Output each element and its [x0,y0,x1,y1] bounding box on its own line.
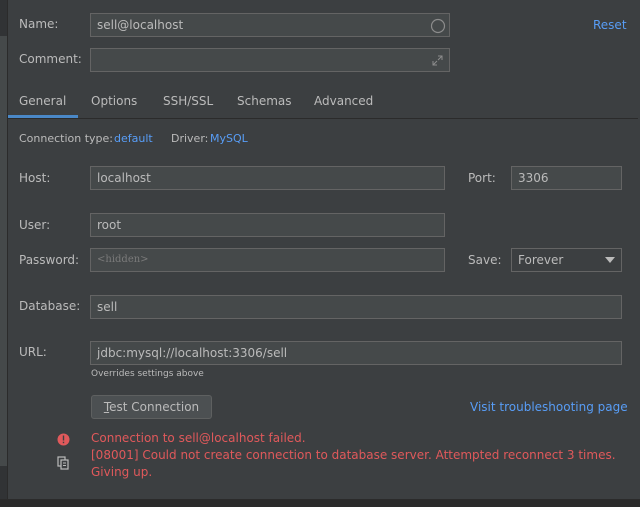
password-input[interactable]: <hidden> [90,248,445,272]
url-label: URL: [19,345,47,359]
test-connection-label: est Connection [109,400,200,414]
driver-label: Driver: [171,132,209,145]
port-input[interactable]: 3306 [511,166,622,190]
name-field-value: sell@localhost [97,18,184,32]
password-input-value: <hidden> [97,254,149,265]
name-label: Name: [19,17,59,31]
left-scroll-strip [0,0,8,507]
chevron-down-icon [605,257,615,263]
url-input-value: jdbc:mysql://localhost:3306/sell [97,346,288,360]
url-hint: Overrides settings above [91,369,204,379]
copy-icon[interactable] [57,456,70,470]
user-label: User: [19,218,51,232]
error-line-1: Connection to sell@localhost failed. [91,431,306,445]
save-select[interactable]: Forever [511,248,622,272]
connection-type-label: Connection type: [19,132,114,145]
test-connection-button[interactable]: Test Connection [91,395,212,419]
tab-advanced[interactable]: Advanced [314,94,373,108]
reset-link[interactable]: Reset [593,18,627,32]
user-input-value: root [97,218,122,232]
database-label: Database: [19,299,81,313]
color-circle-icon[interactable] [430,18,446,34]
port-input-value: 3306 [518,171,549,185]
tab-schemas[interactable]: Schemas [237,94,292,108]
url-input[interactable]: jdbc:mysql://localhost:3306/sell [90,341,622,365]
save-select-value: Forever [518,253,564,267]
user-input[interactable]: root [90,213,445,237]
database-input[interactable]: sell [90,295,622,319]
error-message: Connection to sell@localhost failed. [08… [91,430,631,481]
host-label: Host: [19,171,51,185]
left-strip-mark [0,36,7,466]
comment-label: Comment: [19,52,82,66]
troubleshooting-link[interactable]: Visit troubleshooting page [470,400,628,414]
tab-options[interactable]: Options [91,94,137,108]
database-input-value: sell [97,300,118,314]
error-line-2: [08001] Could not create connection to d… [91,448,616,462]
tab-divider [8,118,638,119]
error-icon [57,433,70,446]
comment-field[interactable] [90,48,450,72]
tab-ssh-ssl[interactable]: SSH/SSL [163,94,213,108]
error-line-3: Giving up. [91,465,153,479]
driver-link[interactable]: MySQL [210,132,248,145]
host-input-value: localhost [97,171,151,185]
host-input[interactable]: localhost [90,166,445,190]
password-label: Password: [19,253,80,267]
connection-type-link[interactable]: default [114,132,153,145]
name-field[interactable]: sell@localhost [90,13,450,37]
tab-general[interactable]: General [19,94,66,108]
expand-icon[interactable] [431,54,444,67]
bottom-bar [0,499,640,507]
save-label: Save: [468,253,502,267]
port-label: Port: [468,171,496,185]
